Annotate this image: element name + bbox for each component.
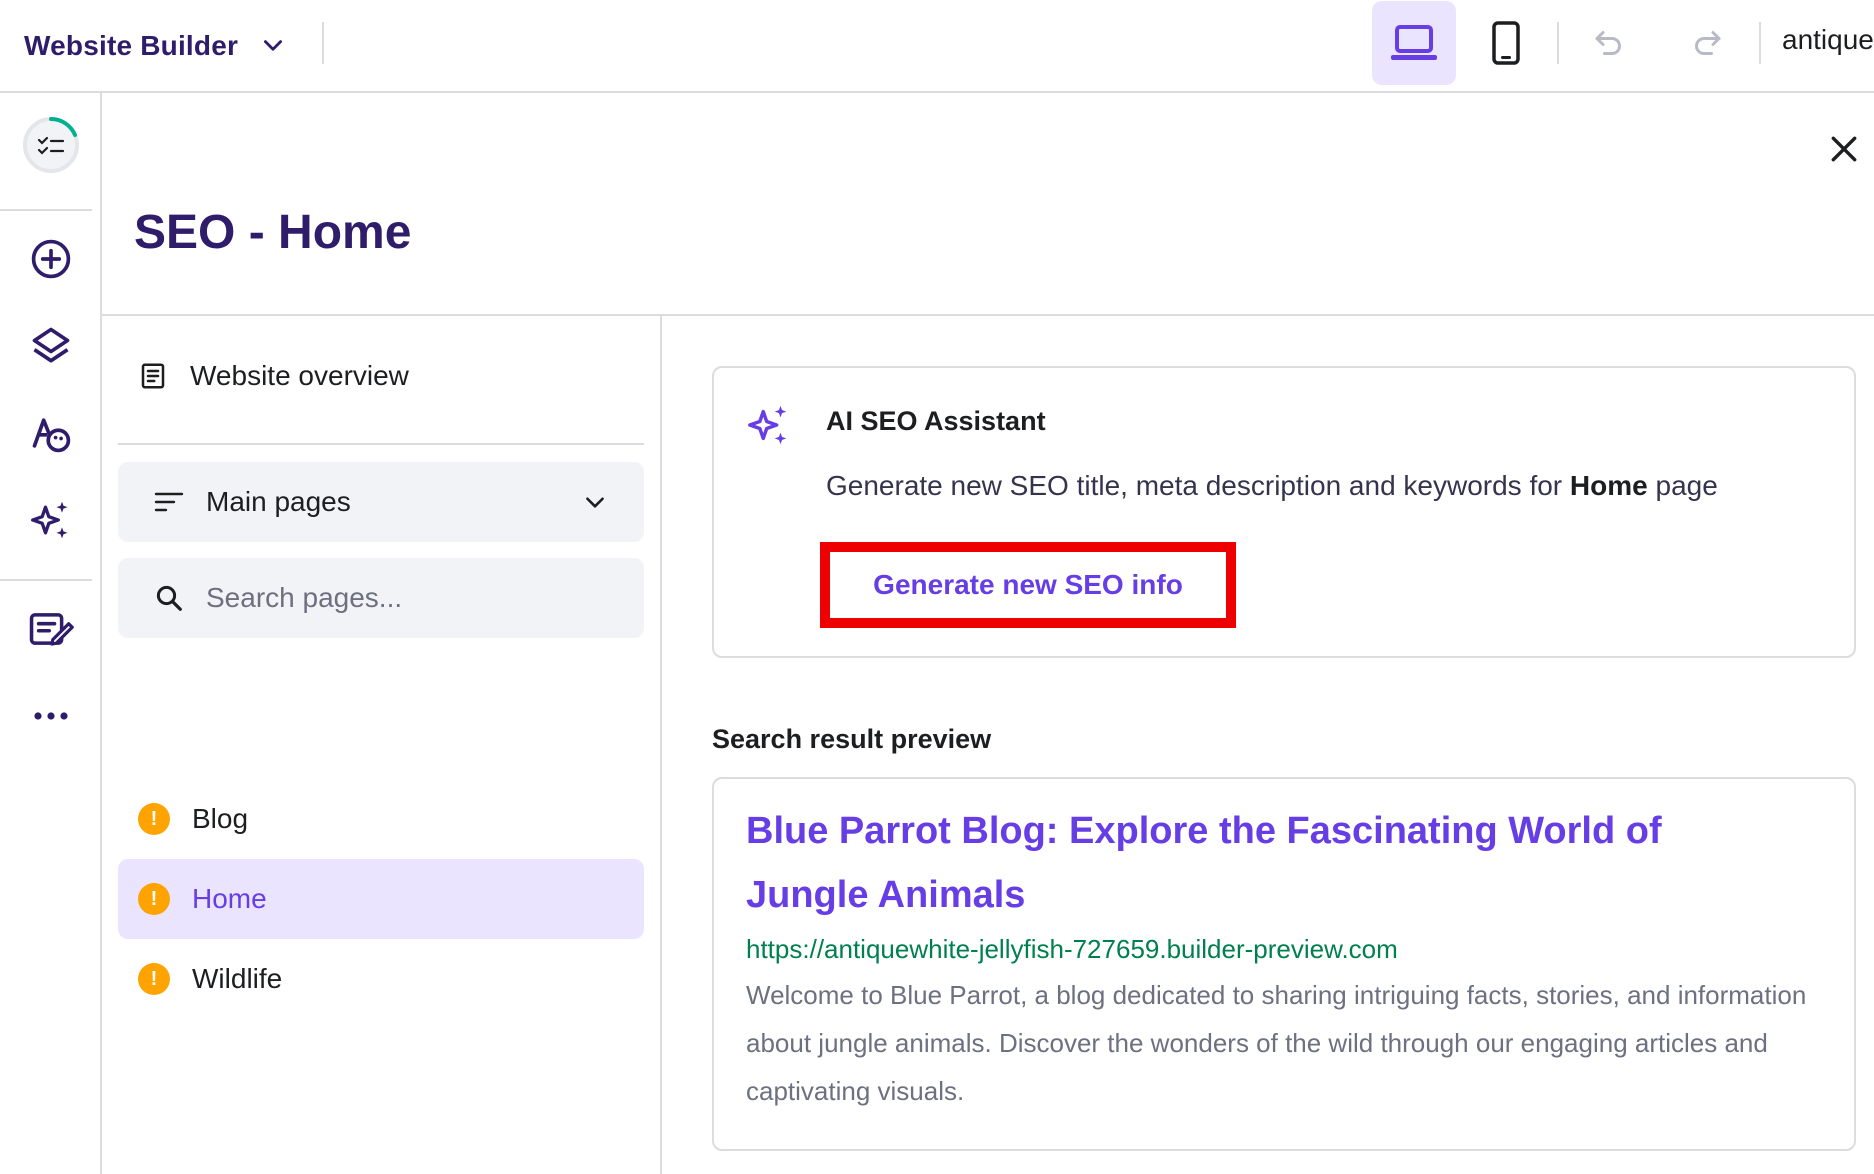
sort-lines-icon [154,492,184,512]
brand-label: Website Builder [24,30,239,61]
page-item-home[interactable]: ! Home [118,859,644,939]
styles-palette-icon [32,418,71,453]
warning-icon: ! [138,963,170,995]
chevron-down-icon [264,40,283,51]
preview-url: https://antiquewhite-jellyfish-727659.bu… [746,934,1398,964]
preview-title[interactable]: Blue Parrot Blog: Explore the Fascinatin… [746,799,1786,927]
top-bar: Website Builder antique [0,0,1874,93]
divider [1557,22,1559,64]
more-button[interactable] [17,682,85,750]
description-page-name: Home [1569,470,1648,501]
ai-sparkles-icon [31,501,68,539]
redo-icon [1695,31,1721,55]
checklist-progress-icon [23,117,79,173]
divider [1759,22,1761,64]
add-element-button[interactable] [17,225,85,293]
generate-seo-button[interactable]: Generate new SEO info [820,542,1236,628]
page-item-blog[interactable]: ! Blog [118,779,644,859]
search-icon [156,585,182,611]
undo-button[interactable] [1567,1,1651,85]
page-item-wildlife[interactable]: ! Wildlife [118,939,644,1019]
edit-notes-icon [29,613,74,646]
website-overview-label: Website overview [190,360,409,391]
dropdown-label: Main pages [206,486,351,517]
mobile-icon [1492,21,1520,65]
close-icon [1831,136,1857,162]
domain-name[interactable]: antique [1782,24,1874,56]
preview-description: Welcome to Blue Parrot, a blog dedicated… [746,980,1807,1106]
ai-seo-assistant-card: AI SEO Assistant Generate new SEO title,… [712,366,1856,658]
page-item-label: Blog [192,803,249,834]
left-rail [0,93,102,1174]
divider [118,443,644,445]
warning-icon: ! [138,803,170,835]
description-text: Generate new SEO title, meta description… [826,470,1570,501]
search-box [118,558,644,638]
styles-button[interactable] [17,399,85,467]
pages-sidebar: Website overview Main pages ! Blog ! [102,316,662,1174]
description-text: page [1647,470,1718,501]
rail-divider [0,209,92,211]
desktop-view-button[interactable] [1372,1,1456,85]
panel-header: SEO - Home [102,93,1874,316]
ai-tools-button[interactable] [17,486,85,554]
checklist-button[interactable] [17,111,85,179]
undo-icon [1595,31,1621,55]
page-item-label: Home [192,883,267,914]
layers-icon [32,327,70,363]
chevron-down-icon [586,497,604,508]
document-icon [141,363,165,389]
page-title: SEO - Home [134,206,412,259]
divider [322,22,324,64]
ai-sparkles-icon [748,405,787,445]
search-preview-heading: Search result preview [712,724,992,754]
layers-button[interactable] [17,312,85,380]
warning-icon: ! [138,883,170,915]
website-overview-link[interactable]: Website overview [138,360,409,392]
laptop-icon [1391,25,1437,60]
website-builder-menu[interactable]: Website Builder [24,22,286,70]
more-dots-icon [34,712,68,720]
seo-content: AI SEO Assistant Generate new SEO title,… [662,316,1874,1174]
search-result-preview: Blue Parrot Blog: Explore the Fascinatin… [712,777,1856,1151]
add-circle-icon [31,239,71,279]
mobile-view-button[interactable] [1464,1,1548,85]
ai-assistant-title: AI SEO Assistant [826,406,1046,436]
close-button[interactable] [1820,125,1868,173]
page-group-dropdown[interactable]: Main pages [118,462,644,542]
seo-panel: SEO - Home Website overview Main pages S… [102,93,1874,1174]
ai-assistant-description: Generate new SEO title, meta description… [826,470,1718,502]
search-input[interactable] [206,582,606,614]
generate-seo-button-label: Generate new SEO info [873,569,1183,600]
rail-divider [0,579,92,581]
page-item-label: Wildlife [192,963,283,994]
blog-editor-button[interactable] [17,595,85,663]
redo-button[interactable] [1665,1,1749,85]
